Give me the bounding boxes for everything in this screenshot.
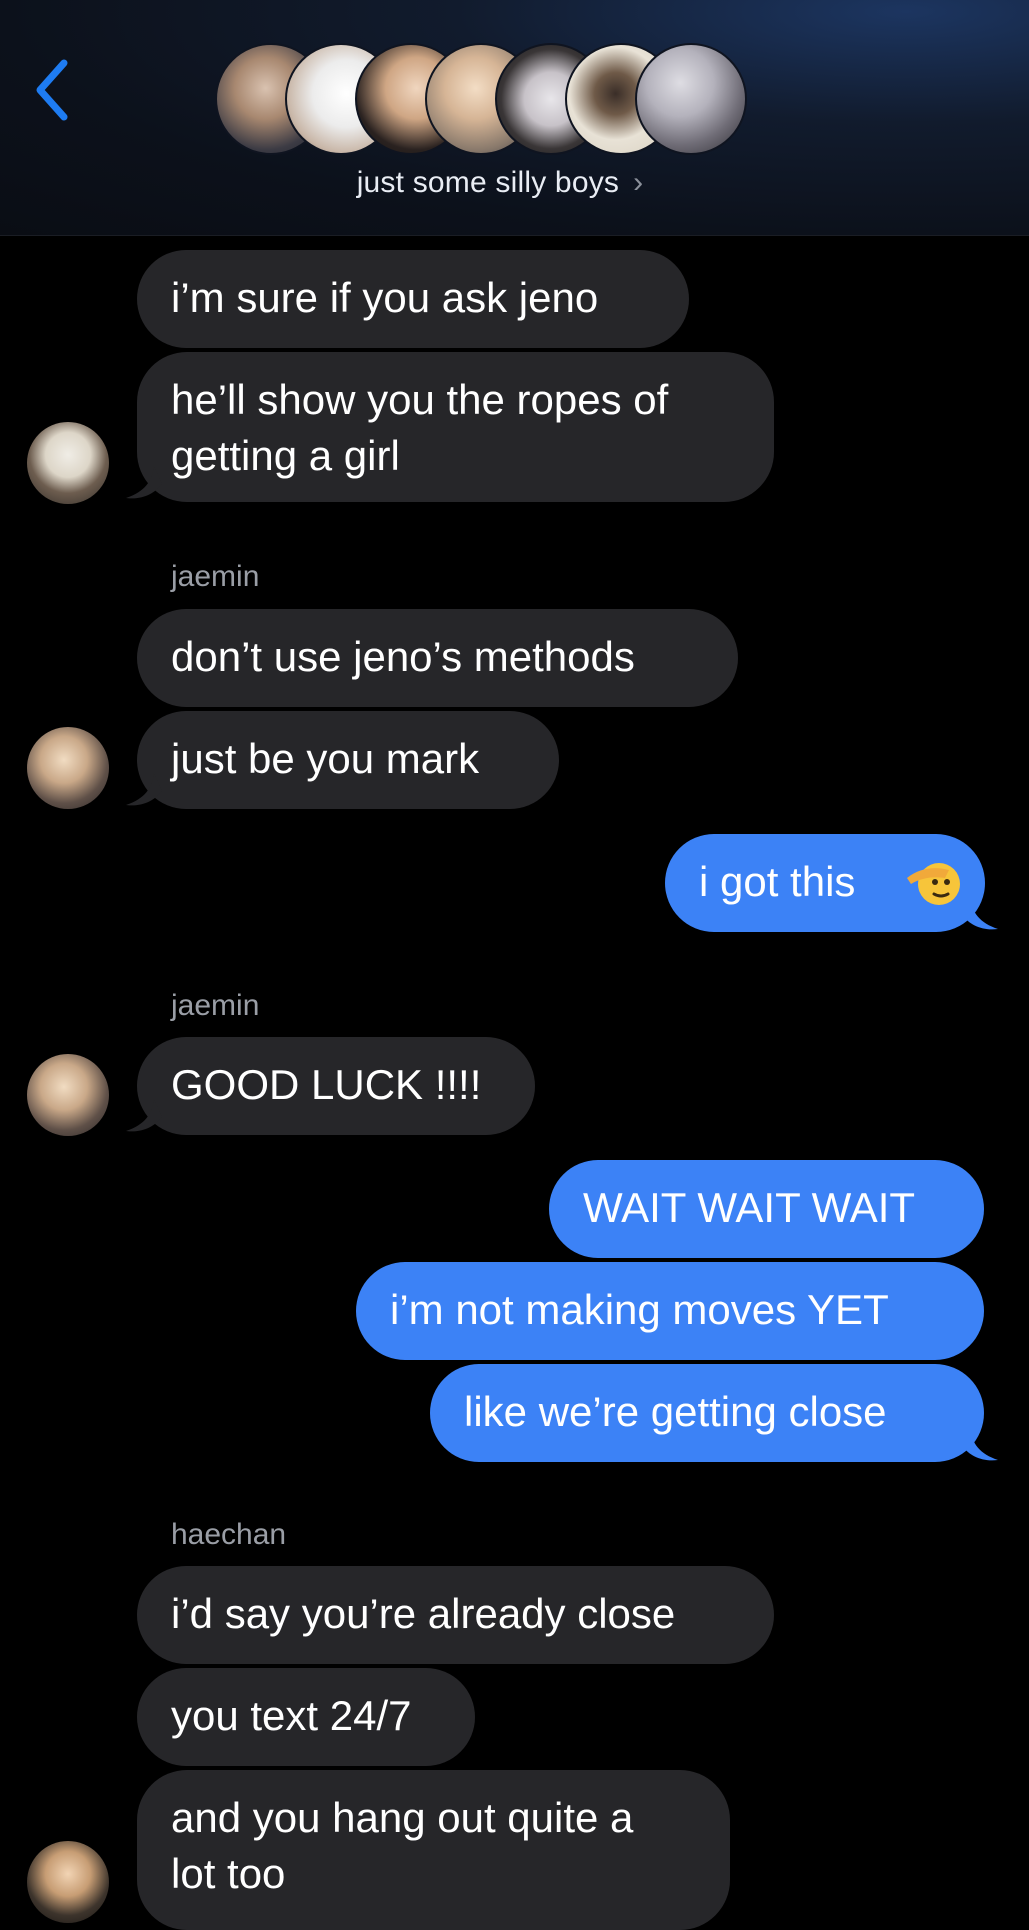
message-text: i’m not making moves YET [390, 1286, 889, 1333]
sender-avatar[interactable] [27, 422, 109, 504]
incoming-message[interactable]: and you hang out quite a lot too [137, 1770, 730, 1930]
outgoing-message[interactable]: WAIT WAIT WAIT [549, 1160, 984, 1258]
incoming-message[interactable]: i’d say you’re already close [137, 1566, 774, 1664]
message-text: GOOD LUCK !!!! [171, 1061, 482, 1108]
message-text: you text 24/7 [171, 1692, 412, 1739]
sender-avatar[interactable] [27, 727, 109, 809]
sender-name: haechan [171, 1518, 287, 1551]
chevron-right-icon: › [633, 166, 644, 199]
outgoing-message[interactable]: i’m not making moves YET [356, 1262, 984, 1360]
sender-name: jaemin [171, 989, 260, 1022]
group-name-label: just some silly boys [356, 166, 620, 199]
conversation-header: just some silly boys › [0, 0, 1029, 236]
outgoing-message[interactable]: i got this [665, 834, 985, 932]
incoming-message[interactable]: GOOD LUCK !!!! [137, 1037, 535, 1135]
message-text: just be you mark [171, 735, 480, 782]
bubble-tail [126, 466, 162, 499]
incoming-message[interactable]: he’ll show you the ropes of getting a gi… [137, 352, 774, 502]
message-text: i got this [699, 858, 856, 905]
message-text-line: he’ll show you the ropes of [171, 376, 669, 423]
message-text: don’t use jeno’s methods [171, 633, 635, 680]
group-name[interactable]: just some silly boys › [0, 166, 1000, 200]
incoming-message[interactable]: you text 24/7 [137, 1668, 475, 1766]
incoming-message[interactable]: just be you mark [137, 711, 559, 809]
outgoing-message[interactable]: like we’re getting close [430, 1364, 984, 1462]
bubble-tail [126, 773, 162, 806]
group-avatars[interactable] [215, 43, 815, 155]
chevron-left-icon[interactable] [30, 55, 74, 125]
member-avatar [635, 43, 747, 155]
incoming-message[interactable]: i’m sure if you ask jeno [137, 250, 689, 348]
message-text: i’m sure if you ask jeno [171, 274, 599, 321]
bubble-tail [962, 897, 998, 930]
sender-avatar[interactable] [27, 1054, 109, 1136]
message-text-line: and you hang out quite a [171, 1794, 634, 1841]
message-text: WAIT WAIT WAIT [583, 1184, 916, 1231]
message-text-line: getting a girl [171, 432, 400, 479]
message-text-line: lot too [171, 1850, 286, 1897]
sender-name: jaemin [171, 560, 260, 593]
incoming-message[interactable]: don’t use jeno’s methods [137, 609, 738, 707]
sender-avatar[interactable] [27, 1841, 109, 1923]
bubble-tail [126, 1099, 162, 1132]
saluting-face-icon [907, 863, 960, 905]
bubble-tail [962, 1428, 998, 1461]
message-text: like we’re getting close [464, 1388, 887, 1435]
message-text: i’d say you’re already close [171, 1590, 676, 1637]
